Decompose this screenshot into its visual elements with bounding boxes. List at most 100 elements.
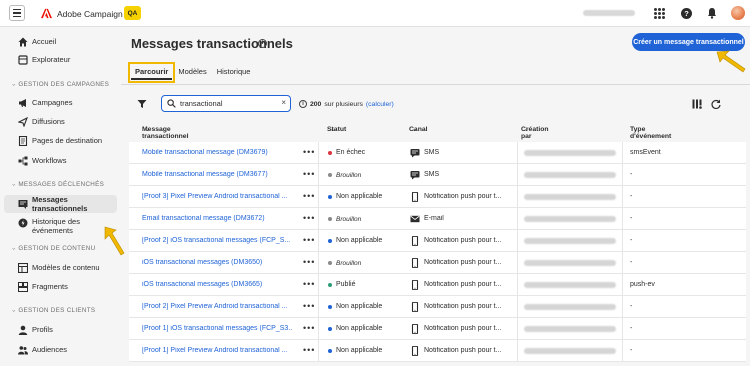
message-name-link[interactable]: [Proof 2] Pixel Preview Android transact… (142, 303, 292, 310)
search-input[interactable] (180, 98, 274, 109)
section-title: GESTION DE CONTENU (18, 245, 96, 252)
more-actions-icon[interactable]: ••• (303, 235, 315, 245)
message-name-link[interactable]: [Proof 2] iOS transactional messages (FC… (142, 237, 292, 244)
more-actions-icon[interactable]: ••• (303, 191, 315, 201)
table-row[interactable]: [Proof 2] iOS transactional messages (FC… (129, 230, 746, 252)
home-icon (18, 37, 28, 47)
section-gestion-campagnes[interactable]: › GESTION DES CAMPAGNES (10, 81, 109, 88)
notification-bell-icon[interactable] (707, 7, 717, 19)
mobile-icon (410, 235, 420, 247)
more-actions-icon[interactable]: ••• (303, 257, 315, 267)
message-name-link[interactable]: Mobile transactional message (DM3679) (142, 149, 292, 156)
table-row[interactable]: [Proof 1] iOS transactional messages (FC… (129, 318, 746, 340)
annotation-arrow-icon (716, 50, 746, 73)
clear-search-icon[interactable]: × (281, 98, 286, 107)
chevron-down-icon: ⌄ (145, 127, 151, 133)
user-avatar[interactable] (731, 6, 745, 20)
page-title: Messages transactionnels (131, 36, 293, 51)
search-field[interactable]: × (161, 95, 291, 112)
created-by-redacted (524, 150, 616, 156)
more-actions-icon[interactable]: ••• (303, 279, 315, 289)
table-row[interactable]: [Proof 2] Pixel Preview Android transact… (129, 296, 746, 318)
sidebar-item-diffusions[interactable]: Diffusions (4, 113, 117, 130)
info-icon[interactable]: i (258, 39, 267, 48)
section-title: GESTION DES CLIENTS (18, 307, 96, 314)
more-actions-icon[interactable]: ••• (303, 213, 315, 223)
message-name-link[interactable]: [Proof 1] iOS transactional messages (FC… (142, 325, 292, 332)
status-label: Non applicable (336, 303, 383, 310)
table-row[interactable]: Email transactional message (DM3672) ••• B… (129, 208, 746, 230)
audience-icon (18, 345, 28, 355)
message-name-link[interactable]: [Proof 1] Pixel Preview Android transact… (142, 347, 292, 354)
fragment-icon (18, 281, 28, 292)
table-row[interactable]: iOS transactional messages (DM3650) ••• Br… (129, 252, 746, 274)
sidebar-item-messages-transactionnels[interactable]: Messages transactionnels (4, 195, 117, 213)
column-divider (622, 274, 623, 296)
column-divider (517, 296, 518, 318)
organization-name[interactable] (583, 10, 635, 16)
app-switcher-icon[interactable] (654, 8, 665, 19)
sidebar-item-label: Audiences (32, 345, 68, 354)
sidebar-item-profils[interactable]: Profils (4, 321, 117, 338)
more-actions-icon[interactable]: ••• (303, 345, 315, 355)
status-dot-icon (328, 217, 332, 221)
section-gestion-clients[interactable]: › GESTION DES CLIENTS (10, 307, 96, 314)
message-name-link[interactable]: iOS transactional messages (DM3665) (142, 281, 292, 288)
sidebar-item-explorateur[interactable]: Explorateur (4, 51, 117, 68)
column-divider (622, 208, 623, 230)
message-name-link[interactable]: Email transactional message (DM3672) (142, 215, 292, 222)
section-gestion-contenu[interactable]: › GESTION DE CONTENU (10, 245, 96, 252)
info-icon: i (299, 100, 307, 108)
created-by-redacted (524, 326, 616, 332)
table-row[interactable]: Mobile transactional message (DM3677) •••… (129, 164, 746, 186)
column-divider (517, 142, 518, 164)
table-row[interactable]: Mobile transactional message (DM3679) •••… (129, 142, 746, 164)
transactional-icon (18, 199, 28, 209)
message-name-link[interactable]: iOS transactional messages (DM3650) (142, 259, 292, 266)
refresh-icon[interactable] (711, 99, 721, 109)
filter-icon[interactable] (137, 99, 147, 109)
status-label: Non applicable (336, 237, 383, 244)
table-row[interactable]: iOS transactional messages (DM3665) ••• Pu… (129, 274, 746, 296)
help-icon[interactable]: ? (681, 8, 692, 19)
tab-modeles[interactable]: Modèles (174, 65, 210, 80)
more-actions-icon[interactable]: ••• (303, 301, 315, 311)
tab-historique[interactable]: Historique (213, 65, 255, 80)
column-settings-icon[interactable] (692, 99, 702, 109)
sidebar-item-audiences[interactable]: Audiences (4, 341, 117, 358)
status-dot-icon (328, 349, 332, 353)
more-actions-icon[interactable]: ••• (303, 323, 315, 333)
column-divider (622, 296, 623, 318)
column-divider (517, 164, 518, 186)
table-row[interactable]: [Proof 3] Pixel Preview Android transact… (129, 186, 746, 208)
more-actions-icon[interactable]: ••• (303, 169, 315, 179)
message-name-link[interactable]: Mobile transactional message (DM3677) (142, 171, 292, 178)
email-icon (410, 214, 420, 224)
sidebar-item-pages-destination[interactable]: Pages de destination (4, 132, 117, 149)
event-type-label: - (630, 237, 633, 244)
more-actions-icon[interactable]: ••• (303, 147, 315, 157)
column-divider (318, 274, 319, 296)
sidebar-item-modeles-contenu[interactable]: Modèles de contenu (4, 259, 117, 276)
sidebar-item-workflows[interactable]: Workflows (4, 152, 117, 169)
menu-icon[interactable] (9, 5, 25, 21)
calculate-link[interactable]: (calculer) (366, 101, 394, 108)
section-messages-declenches[interactable]: › MESSAGES DÉCLENCHÉS (10, 181, 104, 188)
column-divider (622, 142, 623, 164)
tab-bar: Parcourir Modèles Historique (127, 62, 256, 83)
status-dot-icon (328, 195, 332, 199)
sidebar-item-accueil[interactable]: Accueil (4, 33, 117, 50)
sidebar-item-fragments[interactable]: Fragments (4, 278, 117, 295)
column-divider (318, 142, 319, 164)
message-name-link[interactable]: [Proof 3] Pixel Preview Android transact… (142, 193, 292, 200)
chevron-icon: › (10, 183, 17, 186)
chevron-icon: › (10, 309, 17, 312)
table-header: Message transactionnel ⌄ Statut ⌄ Canal ⌄ C… (131, 126, 746, 140)
tab-parcourir[interactable]: Parcourir (127, 62, 176, 83)
sidebar-item-label: Fragments (32, 282, 68, 291)
app-title: Adobe Campaign (57, 9, 123, 19)
created-by-redacted (524, 172, 616, 178)
event-type-label: - (630, 347, 633, 354)
table-row[interactable]: [Proof 1] Pixel Preview Android transact… (129, 340, 746, 362)
sidebar-item-campagnes[interactable]: Campagnes (4, 94, 117, 111)
